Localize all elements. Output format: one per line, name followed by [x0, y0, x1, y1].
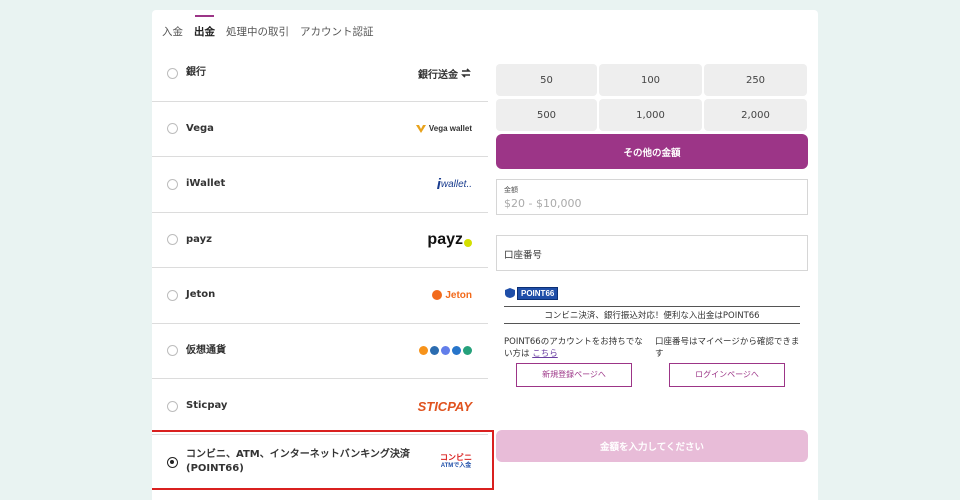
submit-button[interactable]: 金額を入力してください [496, 430, 808, 462]
point66-conbini-logo: コンビニ ATMで入金 [440, 454, 472, 470]
login-page-button[interactable]: ログインページへ [669, 363, 785, 387]
crypto-coins-icon [419, 346, 472, 356]
amount-100-button[interactable]: 100 [599, 64, 702, 96]
amount-1000-button[interactable]: 1,000 [599, 99, 702, 131]
tab-withdrawal[interactable]: 出金 [194, 15, 215, 39]
point66-here-link[interactable]: こちら [532, 349, 558, 359]
method-iwallet[interactable]: iWallet i wallet.. [152, 157, 488, 213]
vega-v-icon [415, 124, 426, 133]
jeton-logo: Jeton [432, 290, 472, 301]
point66-register-column: POINT66のアカウントをお持ちでない方は こちら 新規登録ページへ [504, 336, 649, 387]
method-label: payz [186, 233, 212, 245]
payz-text: payz [427, 230, 463, 248]
amount-500-button[interactable]: 500 [496, 99, 597, 131]
point66-badge-text: POINT66 [517, 286, 559, 300]
method-jeton[interactable]: Jeton Jeton [152, 268, 488, 324]
radio-button[interactable] [167, 234, 178, 246]
method-label: 銀行 [186, 67, 206, 79]
sticpay-text: STICPAY [417, 398, 472, 414]
tab-account-verification[interactable]: アカウント認証 [300, 24, 374, 39]
amount-placeholder: $20 - $10,000 [504, 197, 582, 210]
point66-columns: POINT66のアカウントをお持ちでない方は こちら 新規登録ページへ 口座番号… [504, 336, 800, 387]
radio-button[interactable] [167, 178, 178, 190]
register-page-button[interactable]: 新規登録ページへ [516, 363, 632, 387]
payz-logo: payz [427, 231, 472, 249]
tab-deposit[interactable]: 入金 [162, 24, 183, 39]
method-label: コンビニ、ATM、インターネットバンキング決済 (POINT66) [186, 448, 410, 476]
bitcoin-icon [419, 346, 428, 356]
point66-account-number-hint: 口座番号はマイページから確認できます [655, 337, 800, 359]
ripple-icon [430, 346, 439, 356]
radio-button[interactable] [167, 345, 178, 357]
other-amount-button[interactable]: その他の金額 [496, 134, 808, 169]
amount-2000-button[interactable]: 2,000 [704, 99, 807, 131]
radio-button[interactable] [167, 289, 178, 301]
ethereum-icon [441, 346, 450, 356]
point66-info: POINT66 コンビニ決済、銀行振込対応！便利な入出金はPOINT66 POI… [504, 285, 800, 387]
amount-input[interactable]: 金額 $20 - $10,000 [496, 179, 808, 215]
method-label-line1: コンビニ、ATM、インターネットバンキング決済 [186, 449, 410, 461]
amount-50-button[interactable]: 50 [496, 64, 597, 96]
iwallet-logo: i wallet.. [437, 176, 472, 193]
tab-pending-transactions[interactable]: 処理中の取引 [226, 24, 289, 39]
account-number-placeholder: 口座番号 [504, 250, 543, 261]
point66-shield-icon [505, 288, 515, 298]
withdrawal-panel: 入金 出金 処理中の取引 アカウント認証 銀行 銀行送金 Vega Vega w… [152, 10, 818, 500]
method-bank[interactable]: 銀行 銀行送金 [152, 46, 488, 102]
bank-transfer-logo: 銀行送金 [418, 66, 472, 81]
radio-button[interactable] [167, 67, 178, 79]
point66-tagline: コンビニ決済、銀行振込対応！便利な入出金はPOINT66 [504, 306, 800, 324]
method-vega[interactable]: Vega Vega wallet [152, 102, 488, 157]
point66-no-account-text: POINT66のアカウントをお持ちでない方は [504, 337, 643, 359]
point66-badge: POINT66 [504, 285, 800, 301]
method-crypto[interactable]: 仮想通貨 [152, 324, 488, 379]
tab-bar: 入金 出金 処理中の取引 アカウント認証 [162, 15, 374, 39]
sticpay-logo: STICPAY [418, 399, 472, 414]
method-payz[interactable]: payz payz [152, 213, 488, 268]
amount-250-button[interactable]: 250 [704, 64, 807, 96]
radio-button[interactable] [167, 123, 178, 135]
bank-transfer-text: 銀行送金 [418, 69, 458, 81]
exchange-arrows-icon [461, 68, 471, 78]
method-label: Sticpay [186, 400, 228, 412]
method-point66[interactable]: コンビニ、ATM、インターネットバンキング決済 (POINT66) コンビニ A… [152, 435, 488, 491]
atm-logo-text: ATMで入金 [440, 463, 472, 470]
vega-wallet-text: Vega wallet [428, 124, 472, 134]
preset-amounts: 50 100 250 500 1,000 2,000 [496, 64, 808, 131]
vega-wallet-logo: Vega wallet [415, 124, 472, 134]
radio-button[interactable] [167, 400, 178, 412]
iwallet-text: wallet.. [440, 178, 472, 190]
radio-button-checked[interactable] [167, 456, 178, 468]
point66-login-column: 口座番号はマイページから確認できます ログインページへ [655, 336, 800, 387]
account-number-input[interactable]: 口座番号 [496, 235, 808, 271]
method-sticpay[interactable]: Sticpay STICPAY [152, 379, 488, 435]
method-label: Vega [186, 122, 214, 134]
tether-icon [463, 346, 472, 356]
method-label: iWallet [186, 178, 226, 190]
jeton-text: Jeton [445, 289, 472, 301]
amount-field-label: 金額 [504, 186, 518, 194]
payment-method-list: 銀行 銀行送金 Vega Vega wallet iWallet i walle… [152, 46, 488, 490]
method-label-line2: (POINT66) [186, 463, 244, 475]
payz-dot-icon [464, 238, 472, 247]
jeton-icon [432, 290, 443, 301]
withdrawal-form: 50 100 250 500 1,000 2,000 その他の金額 金額 $20… [496, 64, 808, 462]
method-label: Jeton [186, 289, 216, 301]
conbini-logo-text: コンビニ [440, 453, 472, 463]
method-label: 仮想通貨 [186, 344, 226, 356]
usdc-icon [452, 346, 461, 356]
